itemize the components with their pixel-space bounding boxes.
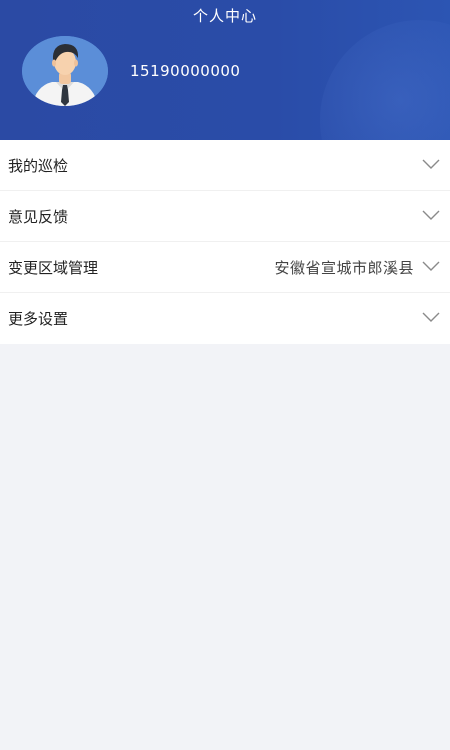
menu-item-label: 变更区域管理: [8, 258, 99, 277]
user-avatar-icon: [22, 36, 108, 106]
menu-item-change-region[interactable]: 变更区域管理 安徽省宣城市郎溪县: [0, 242, 450, 293]
profile-page: 个人中心 15190000000 我的巡检 意见反馈 变更区域管理 安徽省宣城市…: [0, 0, 450, 750]
menu-item-label: 意见反馈: [8, 207, 69, 226]
chevron-down-icon: [422, 159, 440, 169]
avatar[interactable]: [22, 36, 108, 106]
page-title: 个人中心: [192, 7, 257, 25]
menu-item-my-inspection[interactable]: 我的巡检: [0, 140, 450, 191]
menu-item-feedback[interactable]: 意见反馈: [0, 191, 450, 242]
profile-header: 个人中心 15190000000: [0, 0, 450, 140]
menu-item-more-settings[interactable]: 更多设置: [0, 293, 450, 344]
menu-list: 我的巡检 意见反馈 变更区域管理 安徽省宣城市郎溪县 更多设置: [0, 140, 450, 344]
chevron-down-icon: [422, 312, 440, 322]
chevron-down-icon: [422, 210, 440, 220]
menu-item-label: 我的巡检: [8, 156, 69, 175]
header-decoration: [320, 20, 450, 140]
user-phone: 15190000000: [130, 62, 241, 80]
menu-item-label: 更多设置: [8, 310, 69, 328]
chevron-down-icon: [422, 261, 440, 271]
current-region-value: 安徽省宣城市郎溪县: [274, 258, 414, 277]
